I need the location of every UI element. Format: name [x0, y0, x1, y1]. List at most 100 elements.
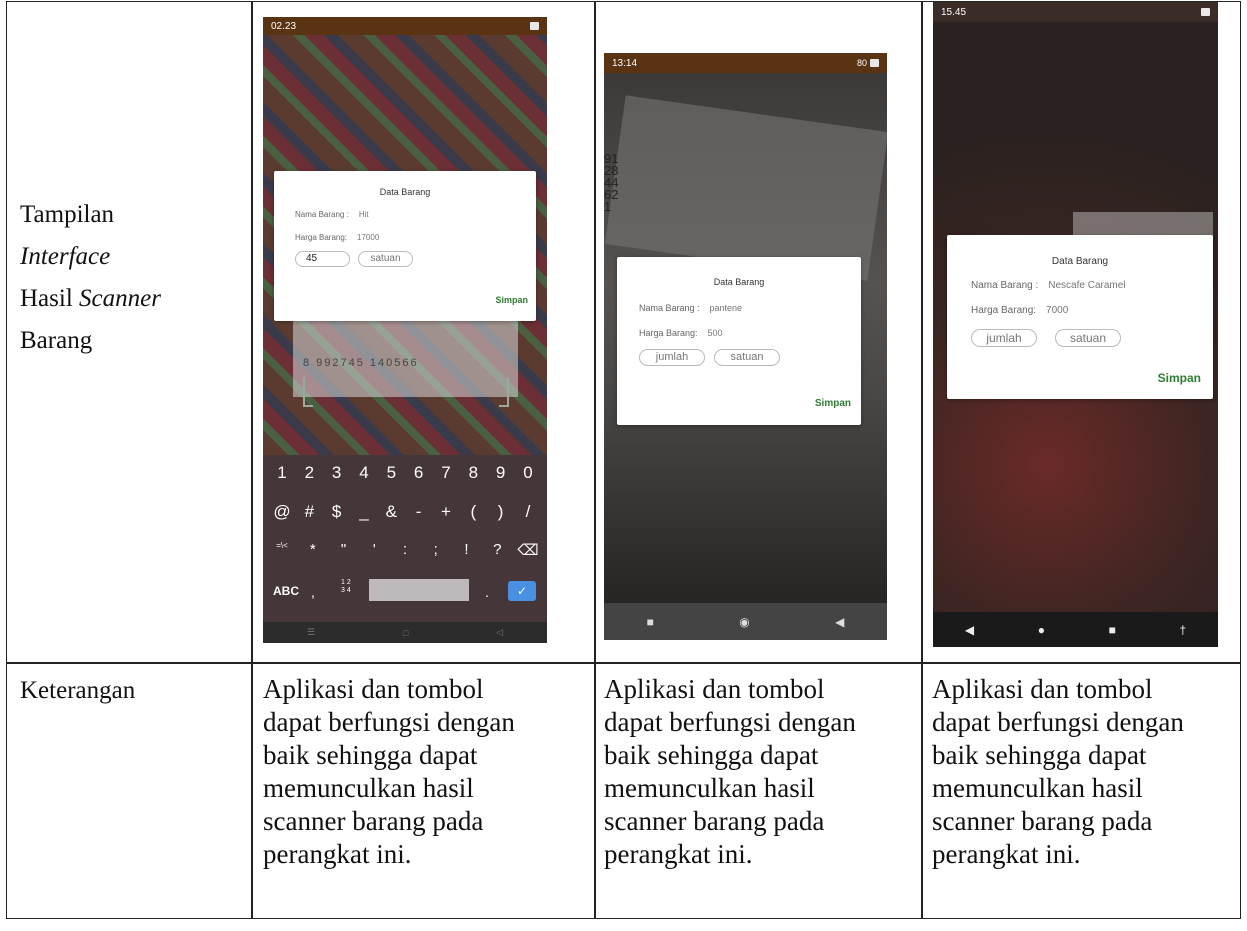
key[interactable]: ' — [363, 541, 385, 559]
key[interactable]: 4 — [353, 463, 375, 483]
phone-screenshot-2: 13:14 80 912844621 Data Barang Nama Bara… — [604, 53, 887, 640]
key[interactable]: " — [333, 541, 355, 559]
column-divider — [251, 2, 253, 918]
home-icon[interactable]: ● — [1038, 623, 1045, 637]
key[interactable]: _ — [353, 502, 375, 522]
key[interactable]: & — [380, 502, 402, 522]
recents-icon[interactable]: ■ — [1109, 623, 1116, 637]
key[interactable]: =\< — [271, 541, 293, 559]
desc-line: baik sehingga dapat — [604, 740, 819, 770]
backspace-key[interactable]: ⌫ — [517, 541, 539, 559]
price-row: Harga Barang: 7000 — [971, 305, 1068, 316]
scan-corner-br — [499, 377, 509, 407]
name-value: Hit — [358, 210, 369, 219]
quantity-input[interactable]: jumlah — [971, 329, 1037, 347]
price-row: Harga Barang: 500 — [639, 328, 723, 338]
key[interactable]: 2 — [298, 463, 320, 483]
menu-icon[interactable]: ☰ — [307, 627, 315, 638]
back-icon[interactable]: ◀ — [835, 615, 844, 629]
quantity-input[interactable]: 45 — [295, 251, 350, 267]
desc-line: memunculkan hasil — [604, 773, 815, 803]
key[interactable]: ! — [456, 541, 478, 559]
price-value: 7000 — [1046, 305, 1069, 316]
key[interactable]: 0 — [517, 463, 539, 483]
row1-label-line3-italic: Scanner — [79, 285, 161, 312]
desc-line: Aplikasi dan tombol — [604, 674, 825, 704]
desc-line: perangkat ini. — [263, 839, 412, 869]
space-key[interactable] — [369, 579, 469, 601]
back-icon[interactable]: ◀ — [965, 623, 974, 637]
home-icon[interactable]: ◉ — [739, 615, 749, 629]
dialog-title: Data Barang — [1051, 256, 1109, 267]
period-key[interactable]: . — [485, 584, 489, 600]
name-label: Nama Barang : — [639, 303, 700, 313]
key[interactable]: ? — [486, 541, 508, 559]
status-time: 02.23 — [271, 20, 297, 32]
row1-label: Tampilan Interface Hasil Scanner Barang — [20, 194, 161, 362]
description-1: Aplikasi dan tombol dapat berfungsi deng… — [263, 673, 583, 871]
key[interactable]: 1 — [271, 463, 293, 483]
name-label: Nama Barang : — [295, 210, 349, 219]
unit-input[interactable]: satuan — [358, 251, 413, 267]
key[interactable]: ; — [425, 541, 447, 559]
key[interactable]: # — [298, 502, 320, 522]
row1-label-line3-plain: Hasil — [20, 285, 80, 312]
key[interactable]: $ — [326, 502, 348, 522]
home-icon[interactable]: □ — [403, 628, 408, 638]
key[interactable]: 8 — [462, 463, 484, 483]
desc-line: perangkat ini. — [932, 839, 1081, 869]
key[interactable]: 6 — [408, 463, 430, 483]
navigation-bar: ◀ ● ■ † — [933, 612, 1218, 647]
battery-level: 80 — [856, 58, 867, 68]
desc-line: baik sehingga dapat — [263, 740, 478, 770]
key[interactable]: 9 — [490, 463, 512, 483]
key[interactable]: @ — [271, 502, 293, 522]
save-button[interactable]: Simpan — [815, 398, 851, 409]
num-switch-key[interactable]: 1 2 3 4 — [341, 579, 351, 595]
key[interactable]: 5 — [380, 463, 402, 483]
key[interactable]: 3 — [326, 463, 348, 483]
abc-key[interactable]: ABC — [273, 584, 299, 598]
row1-label-line1: Tampilan — [20, 201, 115, 228]
key[interactable]: ) — [490, 502, 512, 522]
accessibility-icon[interactable]: † — [1179, 623, 1186, 637]
key[interactable]: : — [394, 541, 416, 559]
price-label: Harga Barang: — [971, 305, 1037, 316]
recents-icon[interactable]: ■ — [647, 615, 654, 629]
key[interactable]: + — [435, 502, 457, 522]
quantity-input[interactable]: jumlah — [639, 349, 705, 366]
desc-line: scanner barang pada — [263, 806, 484, 836]
status-icons — [1201, 8, 1210, 16]
unit-input[interactable]: satuan — [1055, 329, 1121, 347]
keyboard-row-3: =\< * " ' : ; ! ? ⌫ — [263, 541, 547, 559]
save-button[interactable]: Simpan — [1158, 371, 1201, 385]
unit-input[interactable]: satuan — [714, 349, 780, 366]
key[interactable]: 7 — [435, 463, 457, 483]
row1-label-line4: Barang — [20, 327, 93, 354]
battery-icon — [870, 59, 879, 67]
key[interactable]: * — [302, 541, 324, 559]
back-icon[interactable]: ◁ — [496, 627, 503, 638]
battery-icon — [1201, 8, 1210, 16]
desc-line: scanner barang pada — [932, 806, 1153, 836]
description-3: Aplikasi dan tombol dapat berfungsi deng… — [932, 673, 1247, 871]
name-value: pantene — [709, 303, 743, 313]
numeric-keyboard: 1 2 3 4 5 6 7 8 9 0 @ # $ _ & - + ( ) / … — [263, 455, 547, 622]
row1-label-line2: Interface — [20, 243, 111, 270]
comma-key[interactable]: , — [311, 584, 315, 600]
navigation-bar: ■ ◉ ◀ — [604, 603, 887, 640]
status-bar: 15.45 — [933, 2, 1218, 22]
status-icons: 80 — [857, 58, 879, 68]
key[interactable]: - — [408, 502, 430, 522]
barcode-digits: 8 992745 140566 — [303, 357, 419, 369]
status-time: 15.45 — [941, 6, 967, 18]
save-button[interactable]: Simpan — [495, 295, 528, 305]
enter-key[interactable]: ✓ — [508, 581, 536, 601]
key[interactable]: ( — [462, 502, 484, 522]
key[interactable]: / — [517, 502, 539, 522]
name-row: Nama Barang : pantene — [639, 303, 742, 313]
name-value: Nescafe Caramel — [1048, 280, 1126, 291]
status-bar: 02.23 — [263, 17, 547, 35]
price-row: Harga Barang: 17000 — [295, 233, 379, 242]
phone-screenshot-1: 02.23 8 992745 140566 Data Barang Nama B… — [263, 17, 547, 643]
